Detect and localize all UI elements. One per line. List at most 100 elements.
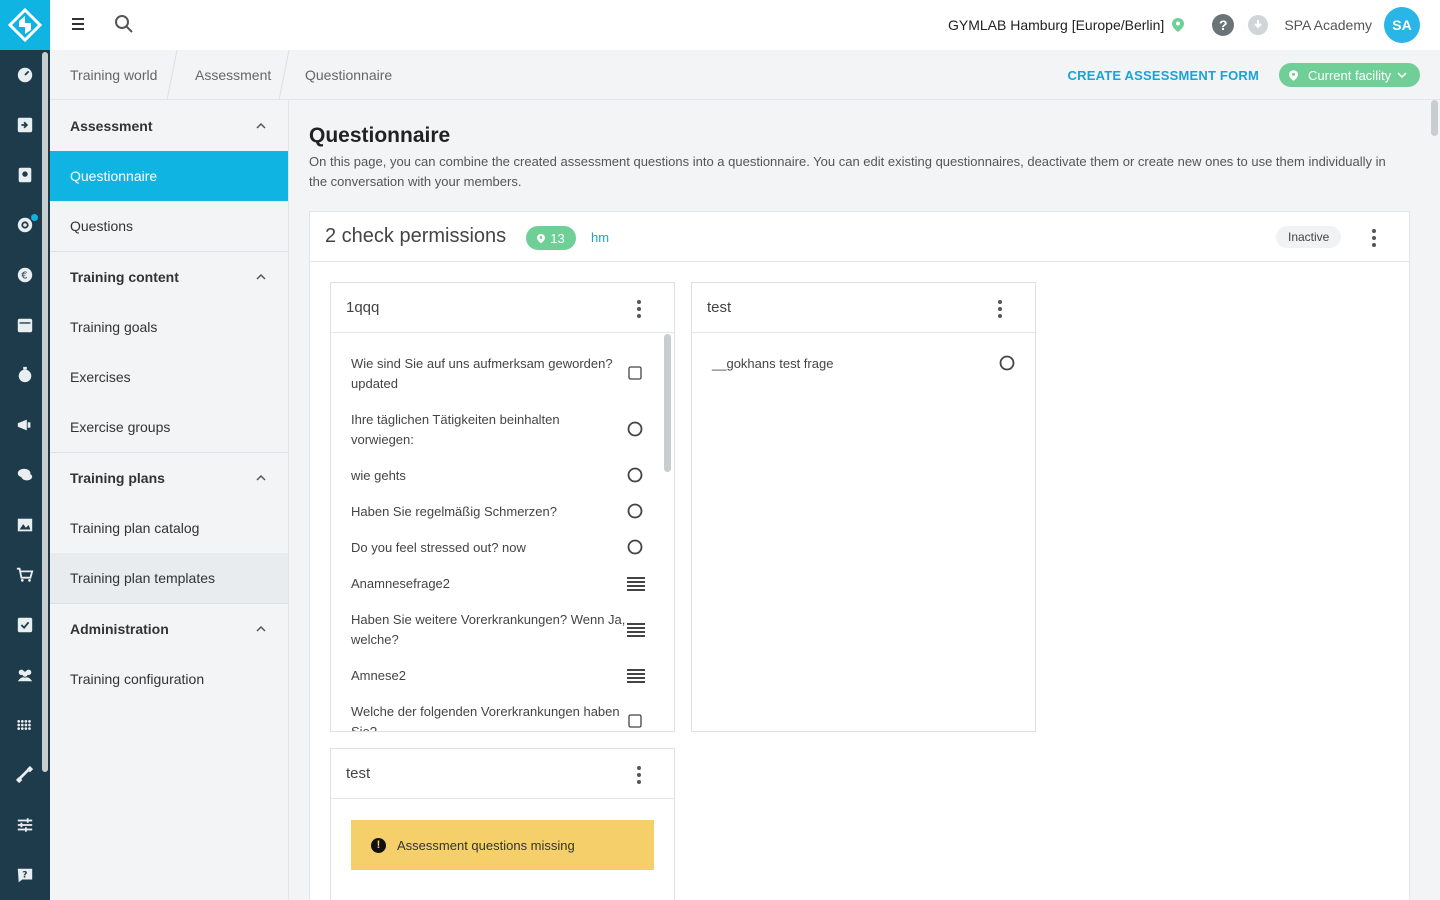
sidebar-item-training-plan-templates[interactable]: Training plan templates bbox=[50, 553, 288, 603]
list-item[interactable]: Anamnesefrage2 bbox=[351, 574, 626, 594]
support-icon[interactable]: ? bbox=[14, 864, 36, 886]
members-icon[interactable] bbox=[14, 664, 36, 686]
sidebar-item-exercise-groups[interactable]: Exercise groups bbox=[50, 402, 288, 452]
status-badge: Inactive bbox=[1276, 226, 1342, 248]
tasks-icon[interactable] bbox=[14, 614, 36, 636]
questionnaire-title[interactable]: 2 check permissions bbox=[325, 225, 506, 248]
list-item[interactable]: Wie sind Sie auf uns aufmerksam geworden… bbox=[351, 354, 626, 394]
list-item[interactable]: Ihre täglichen Tätigkeiten beinhalten vo… bbox=[351, 410, 626, 450]
app-rail: € ? bbox=[0, 0, 50, 900]
facility-count: 13 bbox=[550, 230, 565, 246]
location-pin-icon bbox=[537, 233, 546, 243]
text-lines-icon bbox=[627, 623, 645, 637]
finance-icon[interactable]: € bbox=[14, 264, 36, 286]
sidebar-item-questionnaire[interactable]: Questionnaire bbox=[50, 151, 288, 201]
location-pin-icon bbox=[1172, 18, 1185, 32]
list-item[interactable]: Do you feel stressed out? now bbox=[351, 538, 626, 558]
radio-icon bbox=[627, 539, 643, 555]
card-title[interactable]: test bbox=[346, 765, 370, 782]
more-options-icon[interactable] bbox=[1371, 228, 1377, 248]
contacts-icon[interactable] bbox=[14, 164, 36, 186]
sidebar-section-administration[interactable]: Administration bbox=[50, 604, 288, 654]
list-item[interactable]: Haben Sie weitere Vorerkrankungen? Wenn … bbox=[351, 610, 626, 650]
list-item[interactable]: Amnese2 bbox=[351, 666, 626, 686]
list-item[interactable]: Welche der folgenden Vorerkrankungen hab… bbox=[351, 702, 626, 731]
rail-scrollbar[interactable] bbox=[42, 52, 48, 772]
chevron-up-icon bbox=[256, 273, 266, 280]
hamburger-menu-icon[interactable] bbox=[70, 17, 86, 31]
radio-icon bbox=[627, 467, 643, 483]
chat-icon[interactable] bbox=[14, 464, 36, 486]
chevron-up-icon bbox=[256, 474, 266, 481]
stopwatch-icon[interactable] bbox=[14, 364, 36, 386]
dashboard-icon[interactable] bbox=[14, 64, 36, 86]
app-logo[interactable] bbox=[0, 0, 50, 50]
more-options-icon[interactable] bbox=[997, 299, 1003, 319]
sidebar-section-training-content[interactable]: Training content bbox=[50, 252, 288, 302]
settings-sliders-icon[interactable] bbox=[14, 814, 36, 836]
location-pin-icon bbox=[1289, 69, 1298, 81]
training-icon[interactable] bbox=[14, 214, 38, 236]
current-facility-filter[interactable]: Current facility bbox=[1279, 63, 1420, 87]
devices-icon[interactable] bbox=[14, 714, 36, 736]
sidebar: Assessment Questionnaire Questions Train… bbox=[50, 100, 289, 900]
card-scrollbar[interactable] bbox=[664, 334, 671, 472]
sidebar-section-label: Training content bbox=[70, 269, 179, 285]
radio-icon bbox=[627, 421, 643, 437]
sidebar-item-training-plan-catalog[interactable]: Training plan catalog bbox=[50, 503, 288, 553]
image-icon[interactable] bbox=[14, 514, 36, 536]
svg-text:€: € bbox=[21, 271, 27, 282]
card-title[interactable]: test bbox=[707, 299, 731, 316]
questionnaire-card: test __gokhans test frage bbox=[691, 282, 1036, 732]
questionnaire-author[interactable]: hm bbox=[591, 230, 609, 245]
search-icon[interactable] bbox=[114, 14, 134, 34]
question-list[interactable]: __gokhans test frage bbox=[692, 334, 1035, 731]
sidebar-section-training-plans[interactable]: Training plans bbox=[50, 453, 288, 503]
questionnaire-header: 2 check permissions 13 hm Inactive bbox=[310, 212, 1409, 262]
breadcrumb-questionnaire: Questionnaire bbox=[305, 67, 393, 83]
more-options-icon[interactable] bbox=[636, 765, 642, 785]
sidebar-item-training-configuration[interactable]: Training configuration bbox=[50, 654, 288, 704]
sidebar-section-label: Training plans bbox=[70, 470, 165, 486]
card-body: ! Assessment questions missing bbox=[331, 800, 674, 900]
list-item[interactable]: wie gehts bbox=[351, 466, 626, 486]
questionnaire-card: 1qqq Wie sind Sie auf uns aufmerksam gew… bbox=[330, 282, 675, 732]
download-icon[interactable] bbox=[1248, 15, 1269, 35]
page-description: On this page, you can combine the create… bbox=[309, 154, 1386, 189]
page-scrollbar[interactable] bbox=[1431, 100, 1438, 136]
warning-text: Assessment questions missing bbox=[397, 837, 575, 853]
sidebar-item-questions[interactable]: Questions bbox=[50, 201, 288, 251]
megaphone-icon[interactable] bbox=[14, 414, 36, 436]
chevron-up-icon bbox=[256, 122, 266, 129]
page-title: Questionnaire bbox=[309, 124, 451, 147]
checkbox-icon bbox=[628, 366, 642, 380]
dumbbell-icon[interactable] bbox=[14, 764, 36, 786]
text-lines-icon bbox=[627, 669, 645, 683]
card-header: test bbox=[331, 749, 674, 799]
list-item[interactable]: Haben Sie regelmäßig Schmerzen? bbox=[351, 502, 626, 522]
card-title[interactable]: 1qqq bbox=[346, 299, 379, 316]
question-list[interactable]: Wie sind Sie auf uns aufmerksam geworden… bbox=[331, 334, 674, 731]
breadcrumb-training-world[interactable]: Training world bbox=[70, 50, 157, 100]
sidebar-section-label: Administration bbox=[70, 621, 169, 637]
more-options-icon[interactable] bbox=[636, 299, 642, 319]
calendar-icon[interactable] bbox=[14, 314, 36, 336]
breadcrumb-separator bbox=[278, 50, 290, 100]
list-item[interactable]: __gokhans test frage bbox=[712, 354, 987, 374]
facility-count-badge[interactable]: 13 bbox=[526, 226, 576, 250]
facility-selector[interactable]: GYMLAB Hamburg [Europe/Berlin] bbox=[948, 17, 1164, 33]
account-name[interactable]: SPA Academy bbox=[1284, 17, 1372, 33]
card-header: test bbox=[692, 283, 1035, 333]
avatar[interactable]: SA bbox=[1384, 7, 1420, 43]
create-assessment-form-button[interactable]: CREATE ASSESSMENT FORM bbox=[1068, 68, 1259, 83]
breadcrumb-assessment[interactable]: Assessment bbox=[195, 50, 271, 100]
radio-icon bbox=[627, 503, 643, 519]
help-icon[interactable]: ? bbox=[1212, 14, 1235, 36]
sidebar-item-training-goals[interactable]: Training goals bbox=[50, 302, 288, 352]
checkin-icon[interactable] bbox=[14, 114, 36, 136]
cart-icon[interactable] bbox=[14, 564, 36, 586]
sidebar-section-label: Assessment bbox=[70, 118, 153, 134]
text-lines-icon bbox=[627, 577, 645, 591]
sidebar-item-exercises[interactable]: Exercises bbox=[50, 352, 288, 402]
sidebar-section-assessment[interactable]: Assessment bbox=[50, 101, 288, 151]
